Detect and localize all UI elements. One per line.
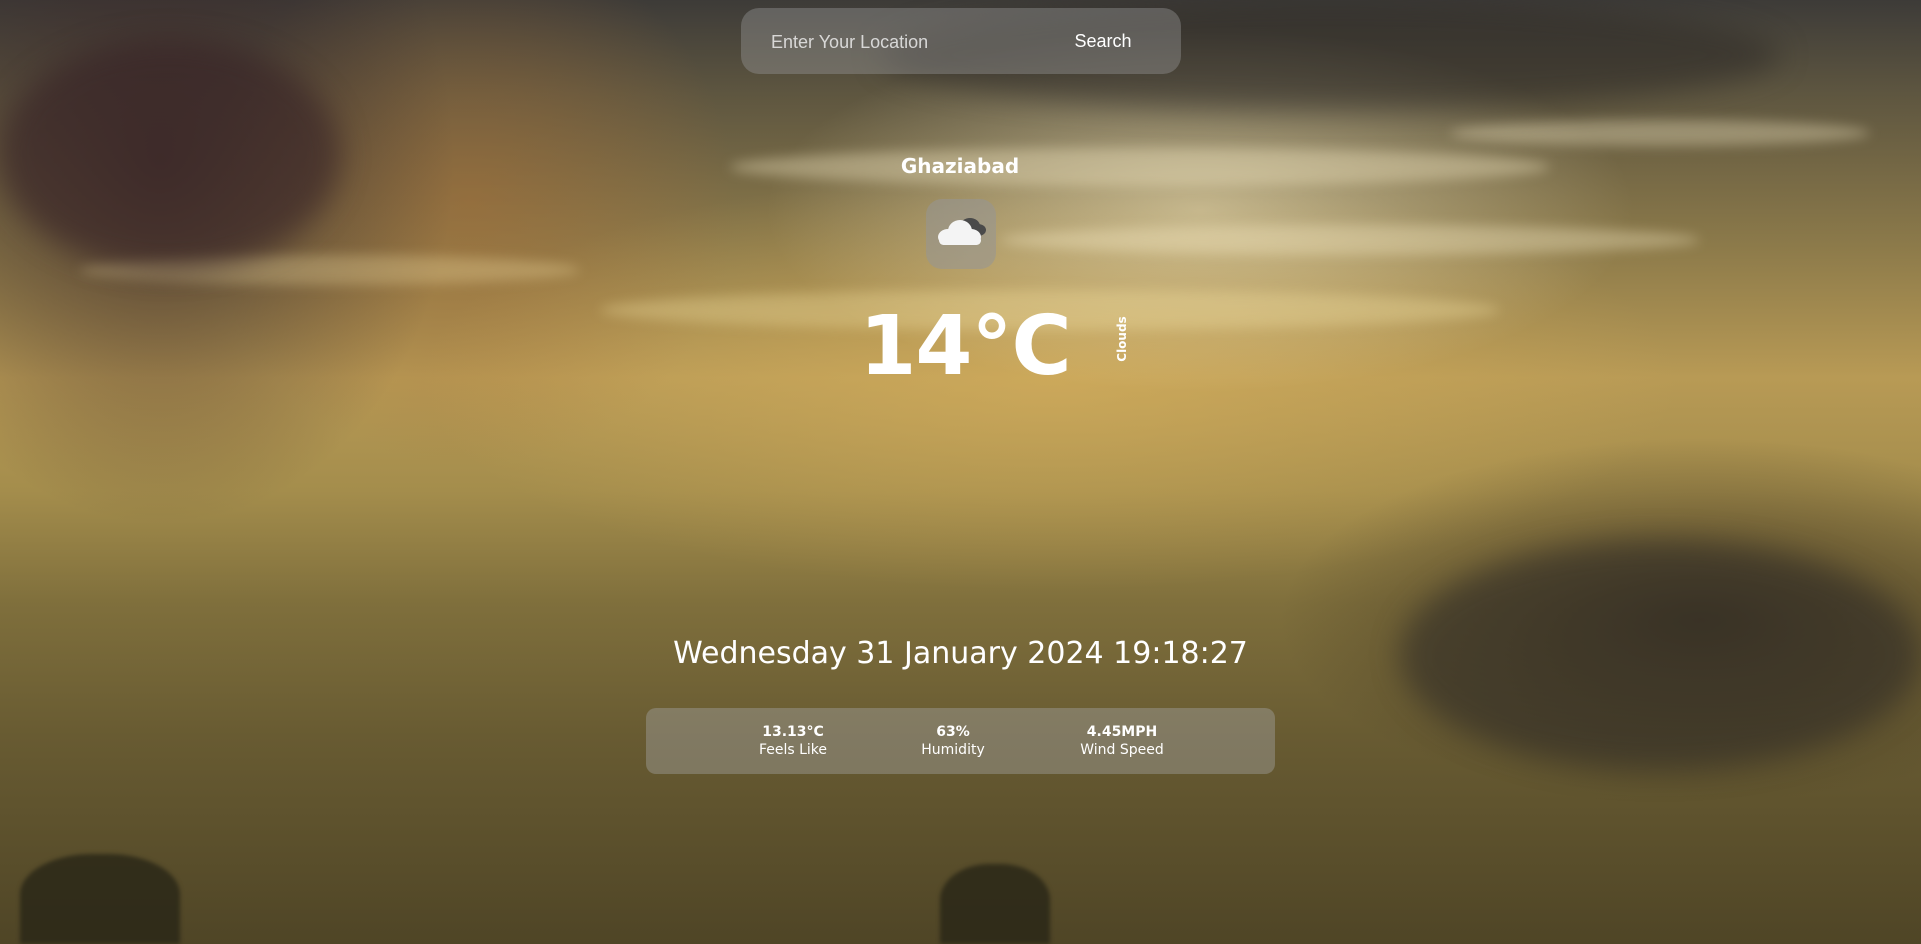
feels-like-stat: 13.13°C Feels Like	[723, 723, 863, 759]
wind-speed-stat: 4.45MPH Wind Speed	[1052, 723, 1192, 759]
weather-stats-panel: 13.13°C Feels Like 63% Humidity 4.45MPH …	[646, 708, 1275, 774]
city-name: Ghaziabad	[900, 154, 1020, 178]
humidity-label: Humidity	[921, 742, 985, 758]
search-bar: Search	[741, 8, 1181, 74]
search-input[interactable]	[769, 24, 1013, 60]
weather-icon-box	[926, 199, 996, 269]
feels-like-label: Feels Like	[758, 742, 828, 758]
temperature: 14°C	[859, 299, 1071, 394]
wind-speed-label: Wind Speed	[1080, 742, 1164, 758]
weather-condition: Clouds	[1115, 316, 1129, 362]
humidity-value: 63%	[936, 724, 970, 740]
feels-like-value: 13.13°C	[762, 724, 824, 740]
date-time: Wednesday 31 January 2024 19:18:27	[673, 636, 1248, 671]
cloud-icon	[938, 218, 986, 245]
humidity-stat: 63% Humidity	[883, 723, 1023, 759]
wind-speed-value: 4.45MPH	[1086, 724, 1158, 740]
search-button[interactable]: Search	[1043, 21, 1163, 61]
background-sky-image	[0, 0, 1921, 944]
